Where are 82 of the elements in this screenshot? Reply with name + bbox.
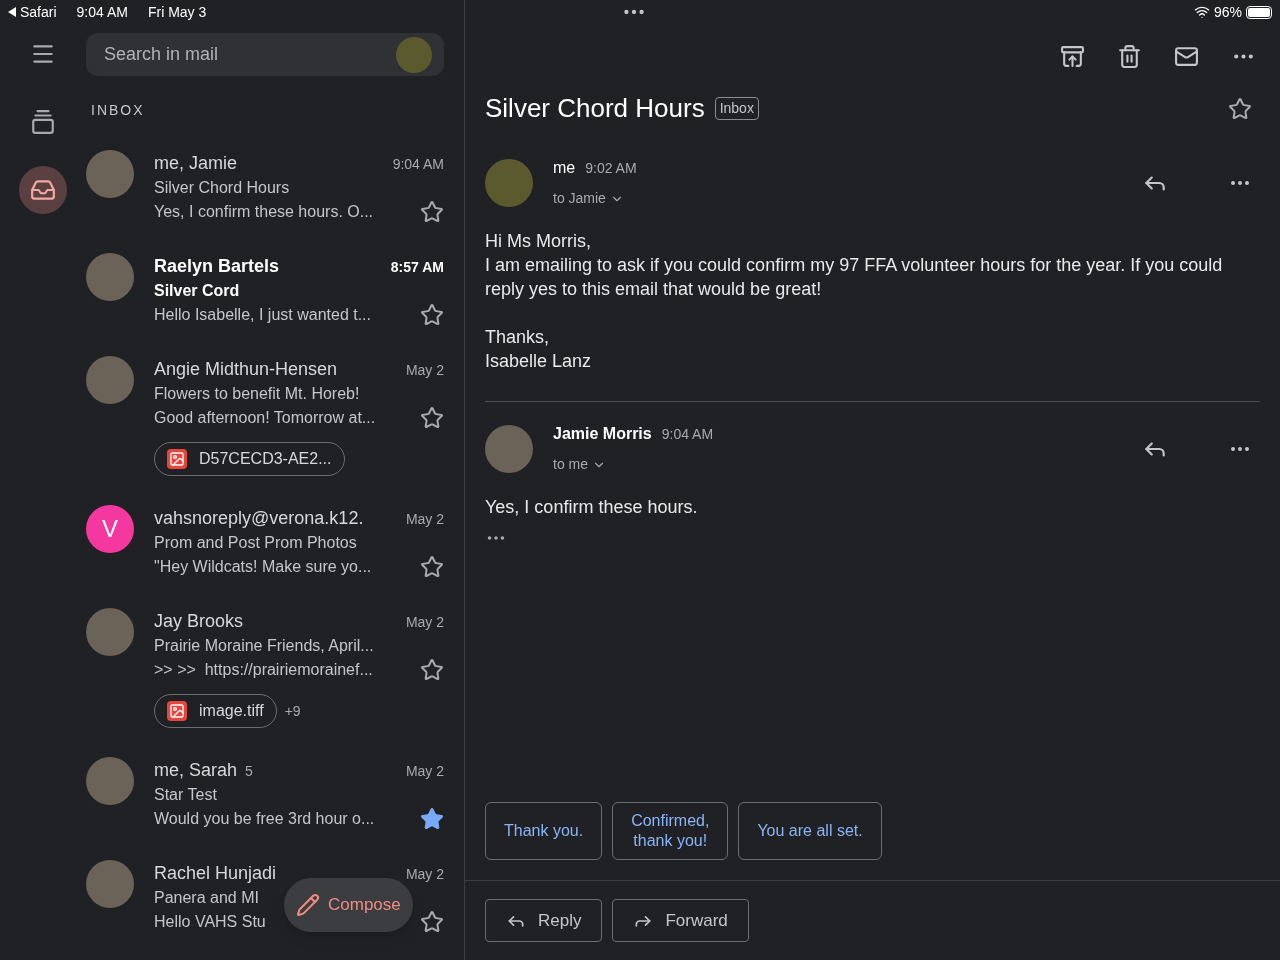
email-snippet: Hello Isabelle, I just wanted t... xyxy=(154,305,371,325)
battery-icon xyxy=(1246,5,1272,19)
mail-icon[interactable] xyxy=(1174,44,1199,69)
star-icon[interactable] xyxy=(420,200,444,224)
image-icon xyxy=(167,701,187,721)
message-sender: Jamie Morris xyxy=(553,424,652,444)
photo-placeholder xyxy=(485,424,533,473)
pencil-icon xyxy=(296,893,320,917)
smart-reply-button[interactable]: You are all set. xyxy=(738,802,882,860)
email-time: May 2 xyxy=(405,613,444,632)
message-time: 9:02 AM xyxy=(585,159,637,178)
email-snippet: Yes, I confirm these hours. O... xyxy=(154,202,374,222)
star-icon[interactable] xyxy=(1228,96,1252,121)
sender-name: Rachel Hunjadi xyxy=(154,862,277,885)
message-count: 5 xyxy=(245,762,253,781)
email-time: May 2 xyxy=(405,361,444,380)
star-icon[interactable] xyxy=(420,406,444,430)
more-attachments-count: +9 xyxy=(284,701,301,721)
photo-placeholder xyxy=(86,150,134,198)
sender-name: Jay Brooks xyxy=(154,610,244,633)
thread-title: Silver Chord Hours xyxy=(485,92,705,125)
stacked-pages-icon xyxy=(30,109,56,135)
search-field[interactable]: Search in mail xyxy=(86,33,444,76)
label-tag: Inbox xyxy=(714,97,759,120)
star-icon[interactable] xyxy=(420,807,444,831)
back-app-label[interactable]: Safari xyxy=(20,1,57,23)
message-paragraph: Hi Ms Morris, I am emailing to ask if you could confirm my 97 FFA volunteer hours for the year. If you could reply yes to this email that would be great! xyxy=(485,230,1224,301)
email-subject: Prom and Post Prom Photos xyxy=(154,533,357,553)
inbox-icon xyxy=(30,177,56,203)
rail-button[interactable] xyxy=(19,166,67,214)
sender-name: me, Sarah xyxy=(154,759,238,782)
action-button[interactable]: Reply xyxy=(485,899,603,942)
recipient-dropdown[interactable]: to me xyxy=(553,454,606,475)
smart-reply-button[interactable]: Confirmed, thank you! xyxy=(612,802,729,860)
email-time: 9:04 AM xyxy=(392,155,444,174)
email-subject: Panera and MI xyxy=(154,888,259,908)
email-time: 8:57 AM xyxy=(390,258,444,277)
email-snippet: Good afternoon! Tomorrow at... xyxy=(154,408,376,428)
smart-reply-button[interactable]: Thank you. xyxy=(485,802,603,860)
delete-icon[interactable] xyxy=(1117,44,1142,69)
sender-name: Angie Midthun-Hensen xyxy=(154,358,338,381)
message-paragraph: Thanks, Isabelle Lanz xyxy=(485,326,593,373)
email-snippet: >> >> https://prairiemorainef... xyxy=(154,660,373,680)
star-icon[interactable] xyxy=(420,555,444,579)
status-date: Fri May 3 xyxy=(147,2,207,22)
email-time: May 2 xyxy=(405,762,444,781)
email-subject: Prairie Moraine Friends, April... xyxy=(154,636,374,656)
folder-label: INBOX xyxy=(90,101,146,120)
star-icon[interactable] xyxy=(420,658,444,682)
email-time: May 2 xyxy=(405,510,444,529)
letter-avatar: V xyxy=(86,505,134,553)
photo-placeholder xyxy=(86,356,134,404)
status-time: 9:04 AM xyxy=(76,2,128,22)
message-paragraph: Yes, I confirm these hours. xyxy=(485,496,699,519)
search-input: Search in mail xyxy=(104,41,344,68)
message-sender: me xyxy=(553,158,576,178)
star-icon[interactable] xyxy=(420,910,444,934)
sender-name: vahsnoreply@verona.k12. xyxy=(154,507,364,530)
sender-name: me, Jamie xyxy=(154,152,238,175)
back-triangle-icon[interactable] xyxy=(8,7,16,17)
photo-placeholder xyxy=(86,757,134,805)
email-snippet: Hello VAHS Stu xyxy=(154,912,266,932)
image-icon xyxy=(167,449,187,469)
photo-placeholder xyxy=(86,608,134,656)
email-snippet: "Hey Wildcats! Make sure yo... xyxy=(154,557,372,577)
email-subject: Flowers to benefit Mt. Horeb! xyxy=(154,384,360,404)
compose-button[interactable]: Compose xyxy=(284,878,413,932)
star-icon[interactable] xyxy=(420,303,444,327)
message-time: 9:04 AM xyxy=(661,425,714,444)
photo-placeholder xyxy=(86,860,134,908)
action-button[interactable]: Forward xyxy=(612,899,749,942)
archive-icon[interactable] xyxy=(1060,44,1085,69)
sender-name: Raelyn Bartels xyxy=(154,255,280,278)
email-snippet: Would you be free 3rd hour o... xyxy=(154,809,375,829)
avatar xyxy=(485,158,533,207)
email-subject: Silver Cord xyxy=(154,281,240,301)
photo-placeholder xyxy=(86,253,134,301)
email-subject: Silver Chord Hours xyxy=(154,178,290,198)
battery-percent: 96% xyxy=(1213,2,1242,22)
email-subject: Star Test xyxy=(154,785,217,805)
recipient-dropdown[interactable]: to Jamie xyxy=(553,188,624,209)
wifi-icon xyxy=(1193,4,1210,20)
